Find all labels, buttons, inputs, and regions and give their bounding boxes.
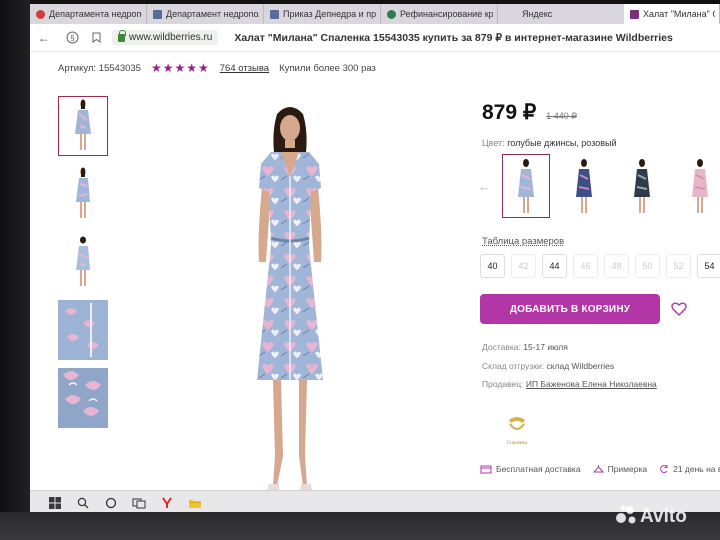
url-field[interactable]: www.wildberries.ru [112, 29, 219, 45]
size-table-link[interactable]: Таблица размеров [482, 236, 564, 247]
add-to-cart-button[interactable]: ДОБАВИТЬ В КОРЗИНУ [480, 294, 660, 324]
swatch-blue-pink[interactable] [502, 154, 550, 218]
perk-fitting: Примерка [592, 464, 648, 474]
article-number: Артикул: 15543035 [58, 62, 141, 74]
color-label-key: Цвет: [482, 138, 505, 148]
tab-label: Халат "Милана" С [643, 9, 715, 19]
old-price: 1 440 ₽ [546, 111, 577, 121]
tab-3[interactable]: Приказ Депнедра и прир [264, 4, 381, 24]
avito-watermark: Avito [616, 505, 687, 527]
back-arrow-icon[interactable]: ← [34, 28, 54, 48]
yandex-protect-icon[interactable]: § [62, 28, 82, 48]
document-favicon-icon [153, 9, 162, 19]
size-option[interactable]: 40 [480, 254, 505, 278]
warehouse-label: Склад отгрузки: [482, 361, 545, 371]
lock-icon [118, 29, 126, 42]
size-option[interactable]: 44 [542, 254, 567, 278]
cortana-icon[interactable] [104, 496, 118, 510]
tab-label: Яндекс [522, 9, 553, 19]
file-explorer-icon[interactable] [188, 496, 202, 510]
bought-count: Купили более 300 раз [279, 62, 376, 74]
task-view-icon[interactable] [132, 496, 146, 510]
size-option[interactable]: 54 [697, 254, 720, 278]
size-selector: 40 42 44 46 48 50 52 54 [480, 254, 720, 278]
brand-logo-text: Спаленка [507, 441, 528, 446]
thumbnail-back[interactable] [58, 232, 108, 292]
product-meta: Артикул: 15543035 ★★★★★ 764 отзыва Купил… [58, 61, 376, 75]
thumbnail-side[interactable] [58, 164, 108, 224]
seller-label: Продавец: [482, 379, 524, 389]
price-block: 879 ₽ 1 440 ₽ [482, 100, 577, 125]
photo-bezel-left [0, 0, 30, 540]
tab-2[interactable]: Департамент недропольз [147, 4, 264, 24]
color-label-value: голубые джинсы, розовый [507, 138, 617, 148]
tab-1[interactable]: Департамента недрополь [30, 4, 147, 24]
thumbnail-list [58, 96, 118, 436]
globe-favicon-icon [387, 9, 396, 19]
bookmark-icon[interactable] [86, 28, 106, 48]
windows-start-icon[interactable] [48, 496, 62, 510]
address-bar: ← § www.wildberries.ru Халат "Милана" Сп… [30, 24, 720, 52]
warehouse-info: Склад отгрузки: склад Wildberries [482, 361, 614, 371]
document-favicon-icon [270, 9, 279, 19]
page-title: Халат "Милана" Спаленка 15543035 купить … [234, 31, 673, 44]
product-main-image[interactable] [215, 96, 365, 498]
swatch-navy[interactable] [560, 154, 608, 218]
size-option[interactable]: 48 [604, 254, 629, 278]
thumbnail-fabric-detail[interactable] [58, 300, 108, 360]
seller-link[interactable]: ИП Баженова Елена Николаевна [526, 379, 657, 389]
box-icon [480, 465, 492, 474]
tab-4[interactable]: Рефинансирование кред [381, 4, 498, 24]
reviews-link[interactable]: 764 отзыва [220, 63, 269, 74]
swatch-dark-print[interactable] [618, 154, 666, 218]
rating-stars-icon: ★★★★★ [150, 61, 210, 75]
return-icon [660, 465, 668, 473]
brand-logo[interactable]: Спаленка [500, 416, 534, 448]
size-option[interactable]: 52 [666, 254, 691, 278]
thumbnail-front[interactable] [58, 96, 108, 156]
tab-label: Департамент недропольз [166, 9, 259, 19]
browser-screen: Департамента недрополь Департамент недро… [30, 4, 720, 514]
tab-strip: Департамента недрополь Департамент недро… [30, 4, 720, 24]
wildberries-favicon-icon [630, 9, 639, 19]
yandex-favicon-icon [36, 9, 45, 19]
perk-free-delivery: Бесплатная доставка [480, 464, 581, 474]
size-option[interactable]: 50 [635, 254, 660, 278]
tab-5[interactable]: Яндекс [498, 4, 570, 24]
color-label: Цвет: голубые джинсы, розовый [482, 138, 617, 148]
delivery-info: Доставка: 15-17 июля [482, 342, 568, 352]
size-option[interactable]: 46 [573, 254, 598, 278]
perk-label: 21 день на в [673, 464, 720, 474]
swatch-prev-arrow-icon[interactable]: ← [478, 179, 492, 194]
tab-label: Рефинансирование кред [400, 9, 493, 19]
perk-label: Примерка [607, 464, 648, 474]
warehouse-value: склад Wildberries [546, 361, 615, 371]
yandex-browser-icon[interactable] [160, 496, 174, 510]
perk-return: 21 день на в [659, 464, 720, 474]
size-option[interactable]: 42 [511, 254, 536, 278]
watermark-text: Avito [640, 506, 687, 527]
delivery-date: 15-17 июля [523, 342, 568, 352]
hanger-icon [592, 465, 604, 473]
tab-active[interactable]: Халат "Милана" С [624, 4, 720, 24]
delivery-label: Доставка: [482, 342, 521, 352]
seller-info: Продавец: ИП Баженова Елена Николаевна [482, 379, 657, 389]
svg-text:§: § [70, 34, 74, 43]
favorite-heart-icon[interactable] [670, 300, 688, 318]
url-text: www.wildberries.ru [129, 32, 213, 43]
tab-label: Департамента недрополь [49, 9, 142, 19]
color-swatches: ← [478, 154, 720, 218]
price: 879 ₽ [482, 101, 537, 124]
perk-label: Бесплатная доставка [496, 464, 581, 474]
search-icon[interactable] [76, 496, 90, 510]
tab-label: Приказ Депнедра и прир [283, 9, 376, 19]
perks-row: Бесплатная доставка Примерка 21 день на … [480, 464, 720, 474]
swatch-pink[interactable] [676, 154, 720, 218]
thumbnail-fabric-closeup[interactable] [58, 368, 108, 428]
